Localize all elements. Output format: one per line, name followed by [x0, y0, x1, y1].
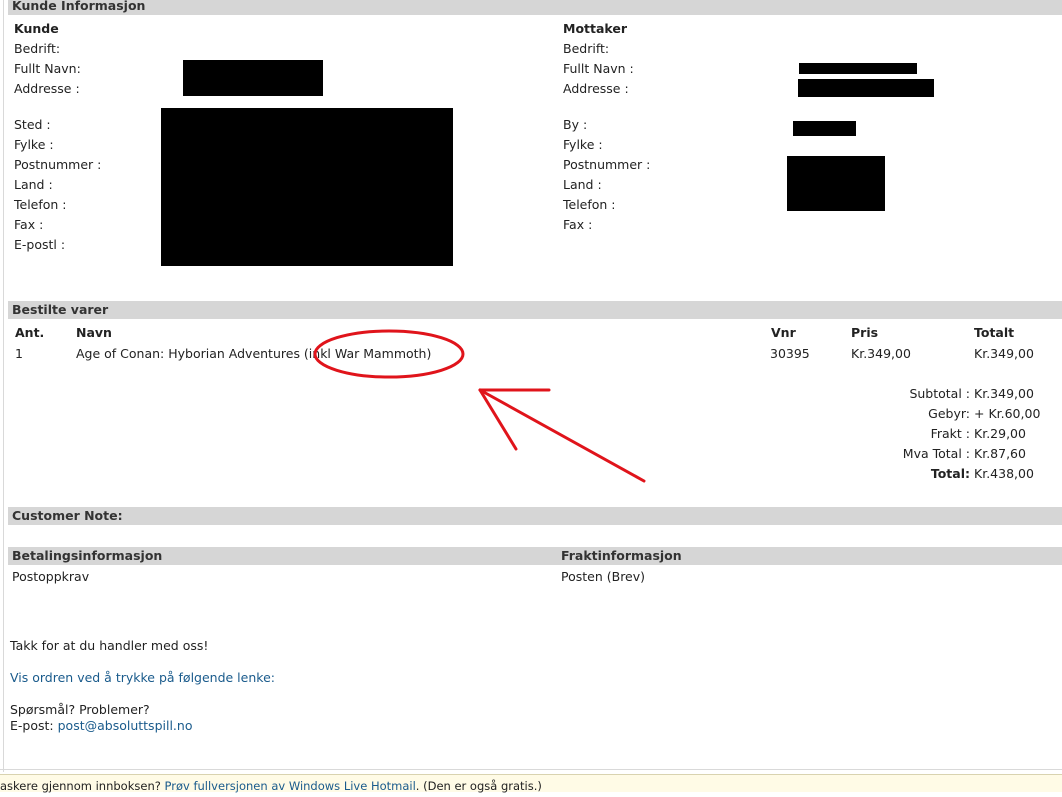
- customer-note-header: Customer Note:: [8, 507, 1062, 525]
- email-line: E-post: post@absoluttspill.no: [10, 718, 192, 733]
- payment-info-header: Betalingsinformasjon: [12, 548, 163, 563]
- payment-shipping-header-bar: Betalingsinformasjon Fraktinformasjon: [8, 547, 1062, 565]
- questions-text: Spørsmål? Problemer?: [10, 702, 150, 717]
- thank-you-text: Takk for at du handler med oss!: [10, 638, 209, 653]
- content-divider: [0, 769, 1062, 770]
- hotmail-promo-banner: askere gjennom innboksen? Prøv fullversj…: [0, 774, 1062, 793]
- email-label: E-post:: [10, 718, 54, 733]
- payment-method: Postoppkrav: [12, 569, 90, 584]
- shipping-method: Posten (Brev): [561, 569, 646, 584]
- annotation-arrow: [478, 388, 646, 483]
- email-link[interactable]: post@absoluttspill.no: [58, 718, 193, 733]
- shipping-info-header: Fraktinformasjon: [561, 548, 682, 563]
- view-order-link[interactable]: Vis ordren ved å trykke på følgende lenk…: [10, 670, 275, 685]
- annotation-ellipse: [313, 329, 465, 379]
